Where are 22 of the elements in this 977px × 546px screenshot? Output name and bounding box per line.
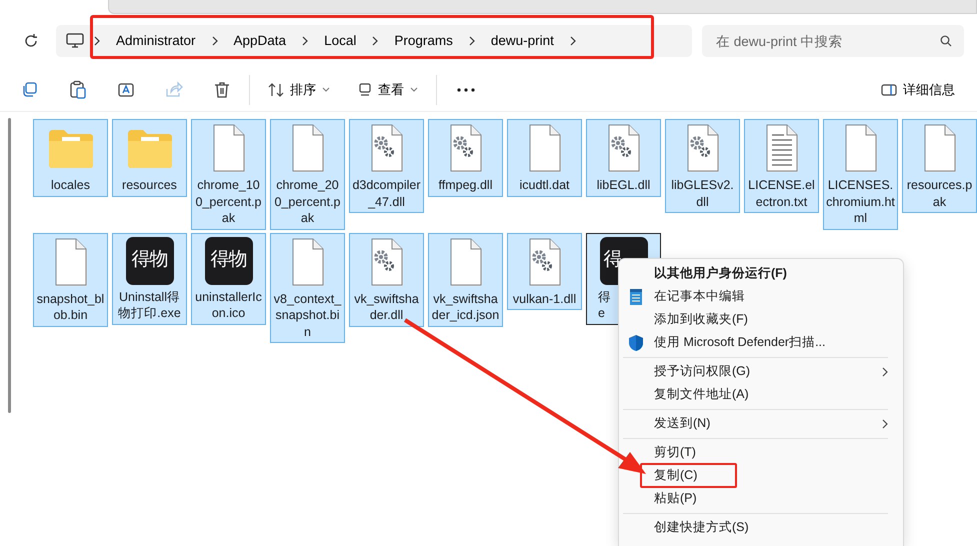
file-name: d3dcompiler_47.dll xyxy=(352,177,421,210)
file-name: vulkan-1.dll xyxy=(512,290,578,307)
file-name: resources.pak xyxy=(906,177,974,210)
file-name: v8_context_snapshot.bin xyxy=(273,290,342,340)
file-name: libEGL.dll xyxy=(596,177,652,194)
file-name: LICENSE.electron.txt xyxy=(747,177,816,210)
file-name: LICENSES.chromium.html xyxy=(826,177,895,226)
app-logo: 得物 xyxy=(126,236,174,284)
app-logo: 得物 xyxy=(204,236,252,284)
file-name: 得 e xyxy=(597,288,611,322)
file-name: chrome_200_percent.pak xyxy=(273,177,342,226)
file-name: icudtl.dat xyxy=(518,177,571,194)
file-name: resources xyxy=(121,177,178,194)
file-name: ffmpeg.dll xyxy=(438,177,494,194)
file-name: vk_swiftshader_icd.json xyxy=(431,290,500,324)
file-name: vk_swiftshader.dll xyxy=(353,290,420,324)
file-name: locales xyxy=(50,177,91,194)
file-name: uninstallerIcon.ico xyxy=(194,288,263,322)
file-name: libGLESv2.dll xyxy=(670,177,735,210)
file-name: chrome_100_percent.pak xyxy=(194,177,263,226)
file-name: snapshot_blob.bin xyxy=(36,290,105,324)
file-name: Uninstall得物打印.exe xyxy=(117,288,182,322)
